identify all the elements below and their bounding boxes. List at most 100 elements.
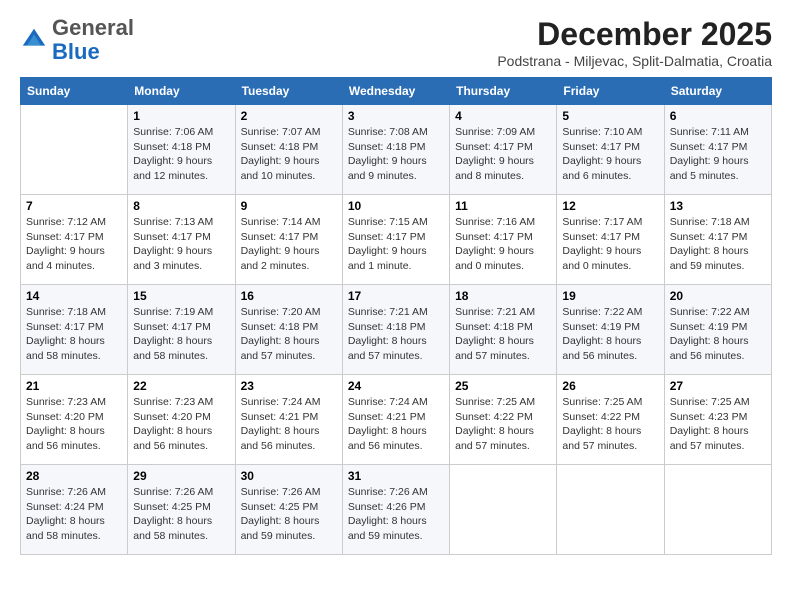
logo-blue-text: Blue [52, 40, 134, 64]
day-number: 3 [348, 109, 444, 123]
calendar-cell: 3 Sunrise: 7:08 AMSunset: 4:18 PMDaylight… [342, 105, 449, 195]
day-number: 29 [133, 469, 229, 483]
calendar-cell: 24Sunrise: 7:24 AMSunset: 4:21 PMDayligh… [342, 375, 449, 465]
day-info: Sunrise: 7:07 AMSunset: 4:18 PMDaylight:… [241, 125, 337, 184]
day-number: 18 [455, 289, 551, 303]
weekday-header: Monday [128, 78, 235, 105]
day-number: 10 [348, 199, 444, 213]
day-number: 16 [241, 289, 337, 303]
day-info: Sunrise: 7:26 AMSunset: 4:25 PMDaylight:… [133, 485, 229, 544]
day-number: 30 [241, 469, 337, 483]
weekday-header: Saturday [664, 78, 771, 105]
day-info: Sunrise: 7:12 AMSunset: 4:17 PMDaylight:… [26, 215, 122, 274]
day-info: Sunrise: 7:23 AMSunset: 4:20 PMDaylight:… [26, 395, 122, 454]
day-number: 22 [133, 379, 229, 393]
day-number: 25 [455, 379, 551, 393]
day-info: Sunrise: 7:26 AMSunset: 4:25 PMDaylight:… [241, 485, 337, 544]
day-info: Sunrise: 7:18 AMSunset: 4:17 PMDaylight:… [670, 215, 766, 274]
day-info: Sunrise: 7:17 AMSunset: 4:17 PMDaylight:… [562, 215, 658, 274]
day-number: 19 [562, 289, 658, 303]
calendar-cell: 20 Sunrise: 7:22 AMSunset: 4:19 PMDayligh… [664, 285, 771, 375]
day-info: Sunrise: 7:08 AMSunset: 4:18 PMDaylight:… [348, 125, 444, 184]
day-number: 23 [241, 379, 337, 393]
day-info: Sunrise: 7:09 AMSunset: 4:17 PMDaylight:… [455, 125, 551, 184]
calendar-cell: 22 Sunrise: 7:23 AMSunset: 4:20 PMDayligh… [128, 375, 235, 465]
calendar-cell [450, 465, 557, 555]
calendar-cell: 21 Sunrise: 7:23 AMSunset: 4:20 PMDayligh… [21, 375, 128, 465]
day-info: Sunrise: 7:26 AMSunset: 4:24 PMDaylight:… [26, 485, 122, 544]
calendar-cell: 23 Sunrise: 7:24 AMSunset: 4:21 PMDayligh… [235, 375, 342, 465]
calendar-cell: 12 Sunrise: 7:17 AMSunset: 4:17 PMDayligh… [557, 195, 664, 285]
day-number: 2 [241, 109, 337, 123]
day-number: 13 [670, 199, 766, 213]
day-info: Sunrise: 7:18 AMSunset: 4:17 PMDaylight:… [26, 305, 122, 364]
day-info: Sunrise: 7:14 AMSunset: 4:17 PMDaylight:… [241, 215, 337, 274]
calendar-week-row: 28 Sunrise: 7:26 AMSunset: 4:24 PMDayligh… [21, 465, 772, 555]
calendar-cell: 8 Sunrise: 7:13 AMSunset: 4:17 PMDaylight… [128, 195, 235, 285]
calendar-cell: 13 Sunrise: 7:18 AMSunset: 4:17 PMDayligh… [664, 195, 771, 285]
logo: General Blue [20, 16, 134, 64]
day-info: Sunrise: 7:06 AMSunset: 4:18 PMDaylight:… [133, 125, 229, 184]
weekday-header: Wednesday [342, 78, 449, 105]
day-number: 27 [670, 379, 766, 393]
day-info: Sunrise: 7:25 AMSunset: 4:22 PMDaylight:… [562, 395, 658, 454]
day-number: 20 [670, 289, 766, 303]
calendar-cell: 1Sunrise: 7:06 AMSunset: 4:18 PMDaylight… [128, 105, 235, 195]
weekday-header: Tuesday [235, 78, 342, 105]
month-title: December 2025 [497, 16, 772, 53]
day-info: Sunrise: 7:22 AMSunset: 4:19 PMDaylight:… [670, 305, 766, 364]
day-info: Sunrise: 7:21 AMSunset: 4:18 PMDaylight:… [348, 305, 444, 364]
calendar-cell: 29 Sunrise: 7:26 AMSunset: 4:25 PMDayligh… [128, 465, 235, 555]
calendar-cell [557, 465, 664, 555]
calendar-table: SundayMondayTuesdayWednesdayThursdayFrid… [20, 77, 772, 555]
weekday-header: Thursday [450, 78, 557, 105]
calendar-cell: 17 Sunrise: 7:21 AMSunset: 4:18 PMDayligh… [342, 285, 449, 375]
calendar-cell: 2 Sunrise: 7:07 AMSunset: 4:18 PMDaylight… [235, 105, 342, 195]
calendar-week-row: 7Sunrise: 7:12 AMSunset: 4:17 PMDaylight… [21, 195, 772, 285]
day-info: Sunrise: 7:25 AMSunset: 4:23 PMDaylight:… [670, 395, 766, 454]
calendar-cell: 11Sunrise: 7:16 AMSunset: 4:17 PMDayligh… [450, 195, 557, 285]
weekday-header: Sunday [21, 78, 128, 105]
logo-icon [20, 26, 48, 54]
calendar-cell: 26 Sunrise: 7:25 AMSunset: 4:22 PMDayligh… [557, 375, 664, 465]
calendar-cell [21, 105, 128, 195]
day-number: 14 [26, 289, 122, 303]
calendar-cell: 25 Sunrise: 7:25 AMSunset: 4:22 PMDayligh… [450, 375, 557, 465]
location-subtitle: Podstrana - Miljevac, Split-Dalmatia, Cr… [497, 53, 772, 69]
day-number: 9 [241, 199, 337, 213]
day-number: 28 [26, 469, 122, 483]
calendar-week-row: 14 Sunrise: 7:18 AMSunset: 4:17 PMDayligh… [21, 285, 772, 375]
title-block: December 2025 Podstrana - Miljevac, Spli… [497, 16, 772, 69]
weekday-header-row: SundayMondayTuesdayWednesdayThursdayFrid… [21, 78, 772, 105]
day-number: 6 [670, 109, 766, 123]
day-number: 15 [133, 289, 229, 303]
day-number: 26 [562, 379, 658, 393]
day-info: Sunrise: 7:11 AMSunset: 4:17 PMDaylight:… [670, 125, 766, 184]
weekday-header: Friday [557, 78, 664, 105]
day-info: Sunrise: 7:23 AMSunset: 4:20 PMDaylight:… [133, 395, 229, 454]
day-info: Sunrise: 7:19 AMSunset: 4:17 PMDaylight:… [133, 305, 229, 364]
day-info: Sunrise: 7:25 AMSunset: 4:22 PMDaylight:… [455, 395, 551, 454]
day-info: Sunrise: 7:20 AMSunset: 4:18 PMDaylight:… [241, 305, 337, 364]
calendar-cell: 7Sunrise: 7:12 AMSunset: 4:17 PMDaylight… [21, 195, 128, 285]
day-number: 12 [562, 199, 658, 213]
day-number: 4 [455, 109, 551, 123]
calendar-week-row: 21 Sunrise: 7:23 AMSunset: 4:20 PMDayligh… [21, 375, 772, 465]
day-info: Sunrise: 7:16 AMSunset: 4:17 PMDaylight:… [455, 215, 551, 274]
day-info: Sunrise: 7:13 AMSunset: 4:17 PMDaylight:… [133, 215, 229, 274]
calendar-cell: 30 Sunrise: 7:26 AMSunset: 4:25 PMDayligh… [235, 465, 342, 555]
calendar-cell: 5Sunrise: 7:10 AMSunset: 4:17 PMDaylight… [557, 105, 664, 195]
calendar-cell: 16 Sunrise: 7:20 AMSunset: 4:18 PMDayligh… [235, 285, 342, 375]
page-header: General Blue December 2025 Podstrana - M… [20, 16, 772, 69]
day-info: Sunrise: 7:21 AMSunset: 4:18 PMDaylight:… [455, 305, 551, 364]
day-number: 8 [133, 199, 229, 213]
day-info: Sunrise: 7:24 AMSunset: 4:21 PMDaylight:… [241, 395, 337, 454]
calendar-cell: 14 Sunrise: 7:18 AMSunset: 4:17 PMDayligh… [21, 285, 128, 375]
day-number: 17 [348, 289, 444, 303]
day-number: 5 [562, 109, 658, 123]
calendar-cell: 6 Sunrise: 7:11 AMSunset: 4:17 PMDaylight… [664, 105, 771, 195]
day-number: 24 [348, 379, 444, 393]
logo-general-text: General [52, 16, 134, 40]
calendar-cell: 31Sunrise: 7:26 AMSunset: 4:26 PMDayligh… [342, 465, 449, 555]
day-number: 21 [26, 379, 122, 393]
